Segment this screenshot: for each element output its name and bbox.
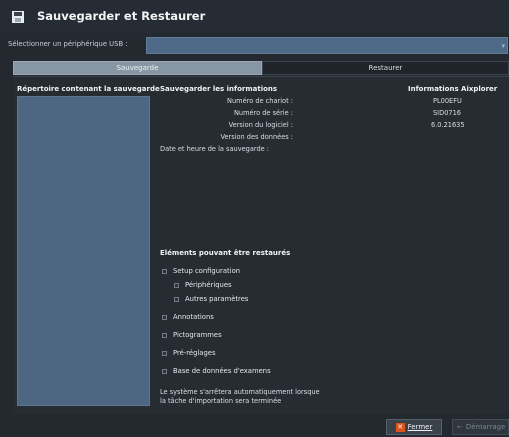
tab-restaurer[interactable]: Restaurer bbox=[262, 61, 509, 75]
arrow-right-icon: ← bbox=[457, 423, 463, 431]
checkbox[interactable] bbox=[162, 268, 167, 274]
chevron-down-icon[interactable]: ▾ bbox=[501, 42, 505, 50]
tab-bar: Sauvegarde Restaurer bbox=[13, 61, 509, 75]
option-peripheriques[interactable]: Périphériques bbox=[174, 281, 232, 289]
usb-device-select[interactable]: ▾ bbox=[146, 37, 508, 54]
option-label: Base de données d'examens bbox=[173, 367, 271, 375]
tab-content: Répertoire contenant la sauvegarde Sauve… bbox=[13, 76, 509, 414]
cart-number-value: PL00EFU bbox=[433, 97, 462, 105]
usb-row: Sélectionner un périphérique USB : ▾ bbox=[0, 35, 509, 55]
option-base-de-donnees[interactable]: Base de données d'examens bbox=[162, 367, 271, 375]
title-bar: Sauvegarder et Restaurer bbox=[0, 0, 509, 33]
option-pictogrammes[interactable]: Pictogrammes bbox=[162, 331, 222, 339]
option-setup-configuration[interactable]: Setup configuration bbox=[162, 267, 240, 275]
close-button[interactable]: ✕ Fermer bbox=[386, 419, 442, 435]
checkbox[interactable] bbox=[162, 332, 167, 338]
option-label: Annotations bbox=[173, 313, 214, 321]
checkbox[interactable] bbox=[162, 314, 167, 320]
software-version-value: 6.0.21635 bbox=[431, 121, 465, 129]
directory-list[interactable] bbox=[17, 96, 150, 406]
cart-number-label: Numéro de chariot : bbox=[227, 97, 293, 105]
checkbox[interactable] bbox=[162, 368, 167, 374]
aixplorer-info-heading: Informations Aixplorer bbox=[408, 85, 498, 93]
option-label: Pré-réglages bbox=[173, 349, 216, 357]
button-bar: ✕ Fermer ← Démarrage bbox=[0, 415, 509, 437]
tab-sauvegarde[interactable]: Sauvegarde bbox=[13, 61, 262, 75]
shutdown-note: Le système s'arrêtera automatiquement lo… bbox=[160, 388, 360, 406]
save-info-heading: Sauvegarder les informations bbox=[160, 85, 278, 93]
checkbox[interactable] bbox=[174, 296, 179, 302]
window-title: Sauvegarder et Restaurer bbox=[37, 9, 206, 23]
start-button-label: Démarrage bbox=[465, 423, 506, 431]
software-version-label: Version du logiciel : bbox=[228, 121, 293, 129]
note-line-2: la tâche d'importation sera terminée bbox=[160, 397, 282, 405]
start-button[interactable]: ← Démarrage bbox=[452, 419, 509, 435]
backup-datetime-label: Date et heure de la sauvegarde : bbox=[160, 145, 270, 153]
floppy-disk-icon bbox=[12, 11, 24, 23]
option-annotations[interactable]: Annotations bbox=[162, 313, 214, 321]
close-button-label: Fermer bbox=[407, 423, 433, 431]
checkbox[interactable] bbox=[174, 282, 179, 288]
serial-number-value: SID0716 bbox=[433, 109, 461, 117]
option-label: Pictogrammes bbox=[173, 331, 222, 339]
option-label: Périphériques bbox=[185, 281, 232, 289]
checkbox[interactable] bbox=[162, 350, 167, 356]
usb-label: Sélectionner un périphérique USB : bbox=[8, 40, 128, 48]
restore-heading: Eléments pouvant être restaurés bbox=[160, 249, 291, 257]
option-pre-reglages[interactable]: Pré-réglages bbox=[162, 349, 216, 357]
option-label: Autres paramètres bbox=[185, 295, 249, 303]
directory-heading: Répertoire contenant la sauvegarde bbox=[17, 85, 160, 93]
option-label: Setup configuration bbox=[173, 267, 241, 275]
option-autres-parametres[interactable]: Autres paramètres bbox=[174, 295, 248, 303]
data-version-label: Version des données : bbox=[220, 133, 293, 141]
serial-number-label: Numéro de série : bbox=[233, 109, 293, 117]
close-icon: ✕ bbox=[395, 422, 405, 432]
note-line-1: Le système s'arrêtera automatiquement lo… bbox=[160, 388, 320, 396]
